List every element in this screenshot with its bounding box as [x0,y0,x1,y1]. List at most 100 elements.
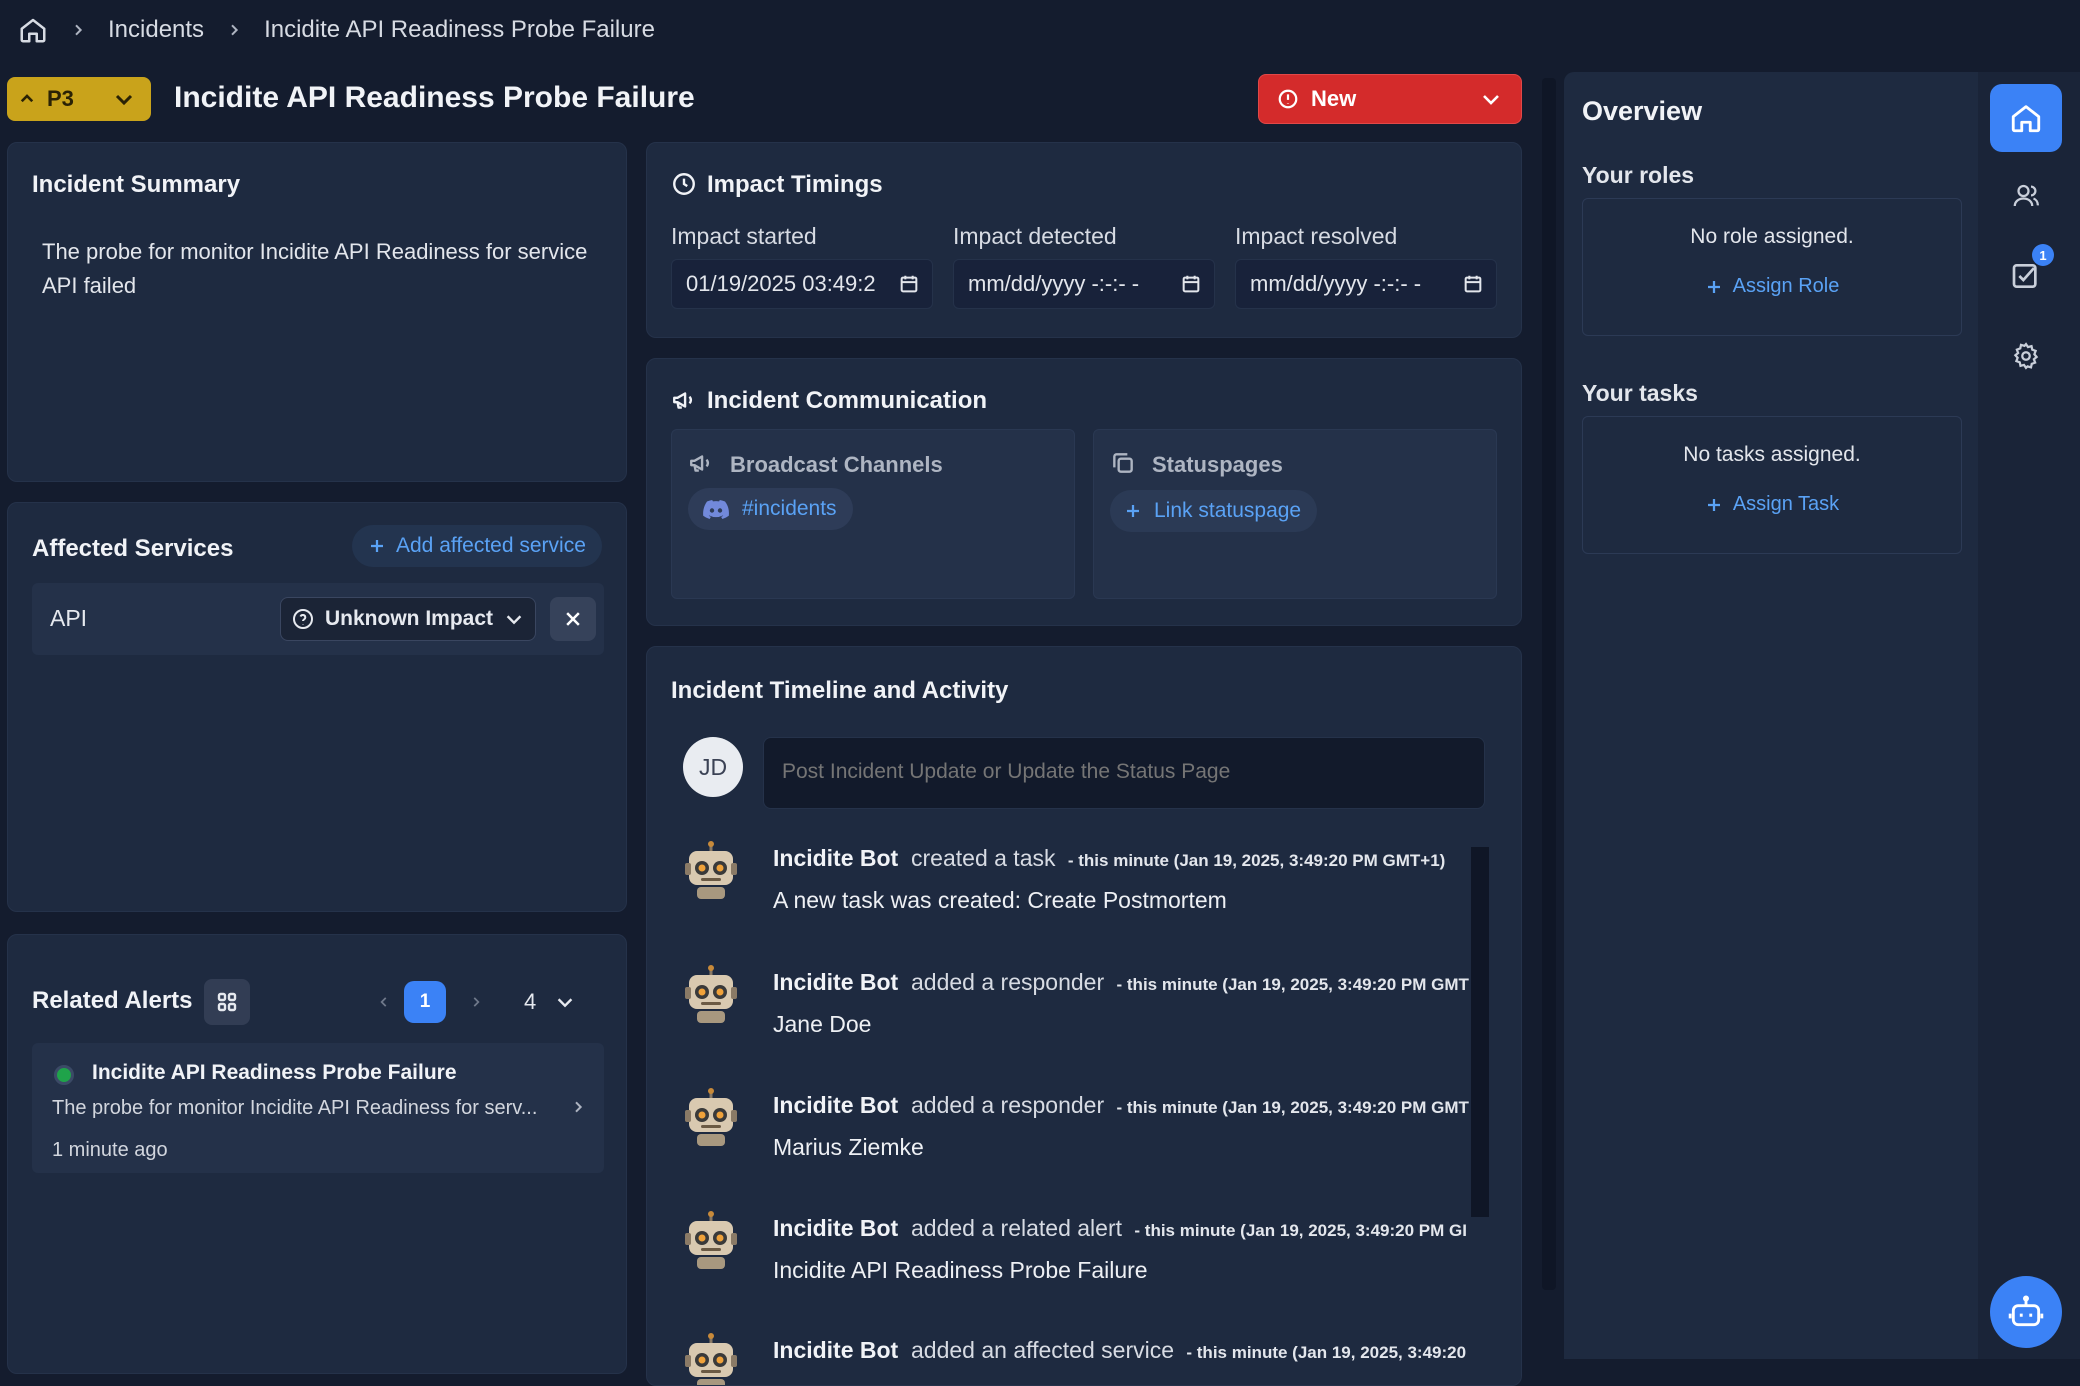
entry-body: Marius Ziemke [773,1134,924,1160]
assign-task-label: Assign Task [1732,493,1840,515]
entry-action: added a responder [911,969,1105,995]
bot-icon [683,841,739,901]
plus-icon [1705,278,1723,296]
impact-label: Unknown Impact [325,607,494,630]
calendar-icon[interactable] [1462,273,1484,295]
impact-detected-input[interactable]: mm/dd/yyyy -:-:- - [953,259,1215,309]
pagination: 1 [364,979,506,1025]
timeline-entry: Incidite Bot added a responder - this mi… [683,1088,1483,1188]
entry-body: A new task was created: Create Postmorte… [773,887,1227,913]
impact-resolved-input[interactable]: mm/dd/yyyy -:-:- - [1235,259,1497,309]
link-statuspage-label: Link statuspage [1154,499,1302,522]
bot-icon [683,1088,739,1148]
breadcrumb: Incidents Incidite API Readiness Probe F… [18,12,655,48]
assign-role-label: Assign Role [1732,275,1840,297]
alert-status-dot [54,1065,74,1085]
page-scrollbar[interactable] [1542,78,1556,1290]
next-page-button[interactable] [446,995,506,1009]
statuspages-title: Statuspages [1152,452,1283,477]
related-alert-card[interactable]: Incidite API Readiness Probe Failure The… [32,1043,604,1173]
assign-task-button[interactable]: Assign Task [1583,493,1961,516]
timeline-entry: Incidite Bot added an affected service -… [683,1333,1483,1385]
priority-up-button[interactable] [7,90,47,108]
entry-action: added a responder [911,1092,1105,1118]
home-icon[interactable] [18,15,48,45]
your-roles-title: Your roles [1582,162,1695,188]
tasks-empty-text: No tasks assigned. [1683,443,1861,466]
entry-body: Jane Doe [773,1011,872,1037]
entry-timestamp: - this minute (Jan 19, 2025, 3:49:20 [1186,1343,1467,1362]
affected-services-title: Affected Services [32,535,234,562]
alert-description: The probe for monitor Incidite API Readi… [52,1097,538,1119]
settings-tab-button[interactable] [1990,322,2062,390]
plus-icon [368,537,386,555]
incident-communication-panel: Incident Communication Broadcast Channel… [646,358,1522,626]
timeline-title: Incident Timeline and Activity [671,677,1009,704]
remove-service-button[interactable] [550,597,596,641]
megaphone-icon [671,387,697,413]
current-page[interactable]: 1 [404,981,446,1023]
entry-timestamp: - this minute (Jan 19, 2025, 3:49:20 PM … [1134,1221,1467,1240]
entry-actor: Incidite Bot [773,969,899,995]
affected-services-panel: Affected Services Add affected service A… [7,502,627,912]
impact-started-input[interactable]: 01/19/2025 03:49:2 [671,259,933,309]
statuspages-card: Statuspages Link statuspage [1093,429,1497,599]
chevron-down-icon [554,991,576,1013]
link-statuspage-button[interactable]: Link statuspage [1110,490,1318,532]
tasks-badge: 1 [2032,244,2054,266]
chevron-down-icon [503,608,525,630]
chevron-right-icon [48,22,108,38]
channel-chip[interactable]: #incidents [688,488,853,530]
bot-icon [683,1211,739,1271]
copy-icon [1110,450,1136,476]
impact-resolved-value: mm/dd/yyyy -:-:- - [1250,271,1422,296]
entry-actor: Incidite Bot [773,845,899,871]
bot-icon [683,1333,739,1385]
calendar-icon[interactable] [898,273,920,295]
chevron-right-icon [204,22,264,38]
chevron-right-icon [570,1099,586,1115]
chevron-down-icon [1479,87,1503,111]
timeline-entry: Incidite Bot created a task - this minut… [683,841,1483,941]
avatar: JD [683,737,743,797]
entry-action: added an affected service [911,1337,1174,1363]
help-circle-icon [291,607,315,631]
prev-page-button[interactable] [364,995,404,1009]
roles-empty-text: No role assigned. [1690,225,1854,248]
grid-view-button[interactable] [204,979,250,1025]
page-size-selector[interactable]: 4 [524,979,576,1025]
tasks-tab-button[interactable]: 1 [1990,242,2062,310]
impact-detected-label: Impact detected [953,223,1117,249]
breadcrumb-incidents[interactable]: Incidents [108,16,204,44]
assign-role-button[interactable]: Assign Role [1583,275,1961,298]
bot-icon [683,965,739,1025]
tasks-card: No tasks assigned. Assign Task [1582,416,1962,554]
affected-service-row: API Unknown Impact [32,583,604,655]
broadcast-channels-title: Broadcast Channels [730,452,943,477]
home-icon [2009,101,2043,135]
service-name: API [50,605,88,631]
summary-text[interactable]: The probe for monitor Incidite API Readi… [42,235,602,303]
gear-icon [2011,341,2041,371]
calendar-icon[interactable] [1180,273,1202,295]
priority-dropdown-button[interactable] [97,87,151,111]
users-icon [2011,181,2041,211]
impact-dropdown[interactable]: Unknown Impact [280,597,536,641]
overview-tab-button[interactable] [1990,84,2062,152]
entry-timestamp: - this minute (Jan 19, 2025, 3:49:20 PM … [1067,851,1446,870]
summary-title: Incident Summary [32,171,241,198]
responders-tab-button[interactable] [1990,162,2062,230]
impact-detected-value: mm/dd/yyyy -:-:- - [968,271,1140,296]
post-update-input[interactable] [763,737,1485,809]
assistant-button[interactable] [1990,1276,2062,1348]
alert-title: Incidite API Readiness Probe Failure [92,1061,457,1084]
roles-card: No role assigned. Assign Role [1582,198,1962,336]
your-tasks-title: Your tasks [1582,380,1698,406]
impact-started-label: Impact started [671,223,817,249]
add-affected-service-button[interactable]: Add affected service [352,525,602,567]
channel-name: #incidents [742,497,837,520]
state-dropdown[interactable]: New [1258,74,1522,124]
right-rail: 1 [1978,72,2080,1359]
priority-label: P3 [47,86,74,111]
entry-actor: Incidite Bot [773,1337,899,1363]
